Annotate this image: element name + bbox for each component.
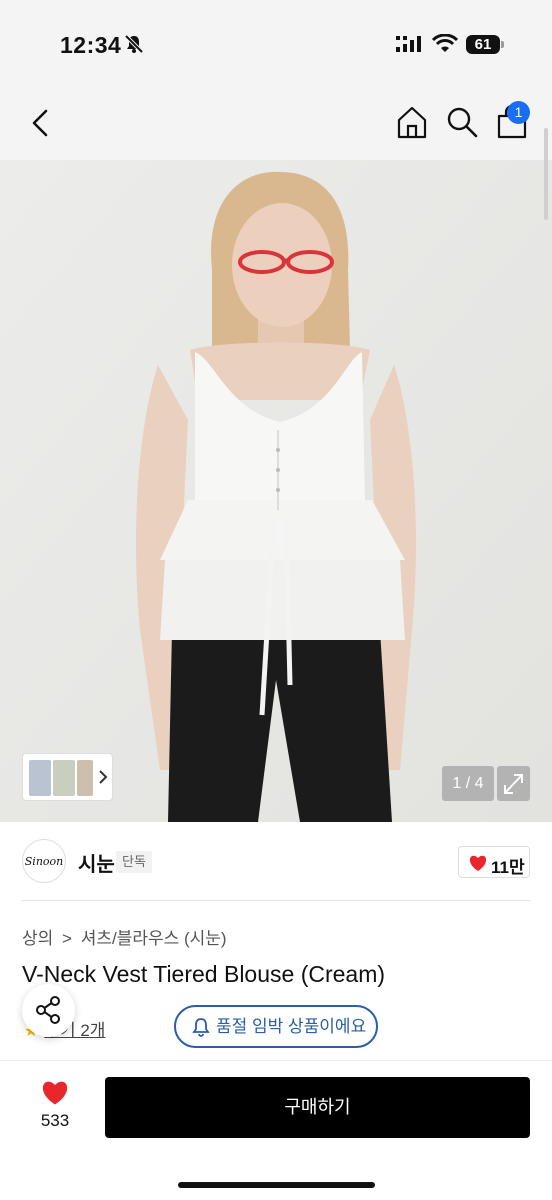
buy-button[interactable]: 구매하기: [105, 1077, 530, 1138]
thumbnail-2[interactable]: [53, 760, 75, 796]
cellular-signal-icon: [396, 36, 421, 52]
battery-indicator: 61: [466, 35, 500, 54]
scrollbar[interactable]: [544, 128, 548, 220]
chevron-right-icon: [99, 770, 108, 784]
heart-icon: [469, 855, 487, 871]
expand-icon: [504, 774, 523, 794]
share-icon: [36, 996, 60, 1024]
divider: [22, 900, 530, 901]
thumbnail-strip[interactable]: [22, 753, 113, 801]
breadcrumb: 상의 > 셔츠/블라우스 (시눈): [22, 924, 231, 949]
cart-count-badge: 1: [507, 101, 530, 124]
exclusive-badge: 단독: [116, 851, 152, 873]
likes-count: 11만: [491, 858, 525, 877]
nav-bar: [0, 90, 552, 160]
product-image[interactable]: [0, 160, 552, 822]
share-button[interactable]: [22, 984, 75, 1037]
wish-count: 533: [40, 1111, 70, 1130]
breadcrumb-separator: >: [62, 929, 72, 948]
bell-icon: [192, 1018, 210, 1037]
back-arrow-icon[interactable]: [24, 106, 58, 140]
bell-slash-icon: [124, 34, 144, 54]
breadcrumb-subcategory[interactable]: 셔츠/블라우스 (시눈): [81, 929, 227, 948]
wifi-icon: [432, 34, 458, 52]
expand-button[interactable]: [497, 766, 530, 801]
search-icon[interactable]: [444, 104, 480, 140]
thumbnail-1[interactable]: [29, 760, 51, 796]
product-photo: [0, 160, 552, 822]
heart-icon[interactable]: [40, 1079, 70, 1106]
shop-like-button[interactable]: 11만: [458, 846, 530, 878]
breadcrumb-category[interactable]: 상의: [22, 929, 53, 948]
product-title: V-Neck Vest Tiered Blouse (Cream): [22, 961, 386, 987]
thumbnail-3[interactable]: [77, 760, 93, 796]
status-time: 12:34: [60, 32, 122, 58]
shop-name[interactable]: 시눈: [78, 848, 115, 877]
bottom-bar: 533 구매하기: [0, 1060, 552, 1200]
battery-nub: [501, 41, 504, 48]
home-icon[interactable]: [394, 104, 430, 140]
status-bar: 12:34 61: [0, 0, 552, 90]
stock-alert-text: 품절 임박 상품이에요: [216, 1017, 367, 1036]
page-indicator: 1 / 4: [442, 766, 494, 801]
home-indicator[interactable]: [178, 1182, 375, 1188]
stock-alert-chip: 품절 임박 상품이에요: [174, 1005, 378, 1048]
shop-logo[interactable]: Sinoon: [22, 839, 66, 883]
